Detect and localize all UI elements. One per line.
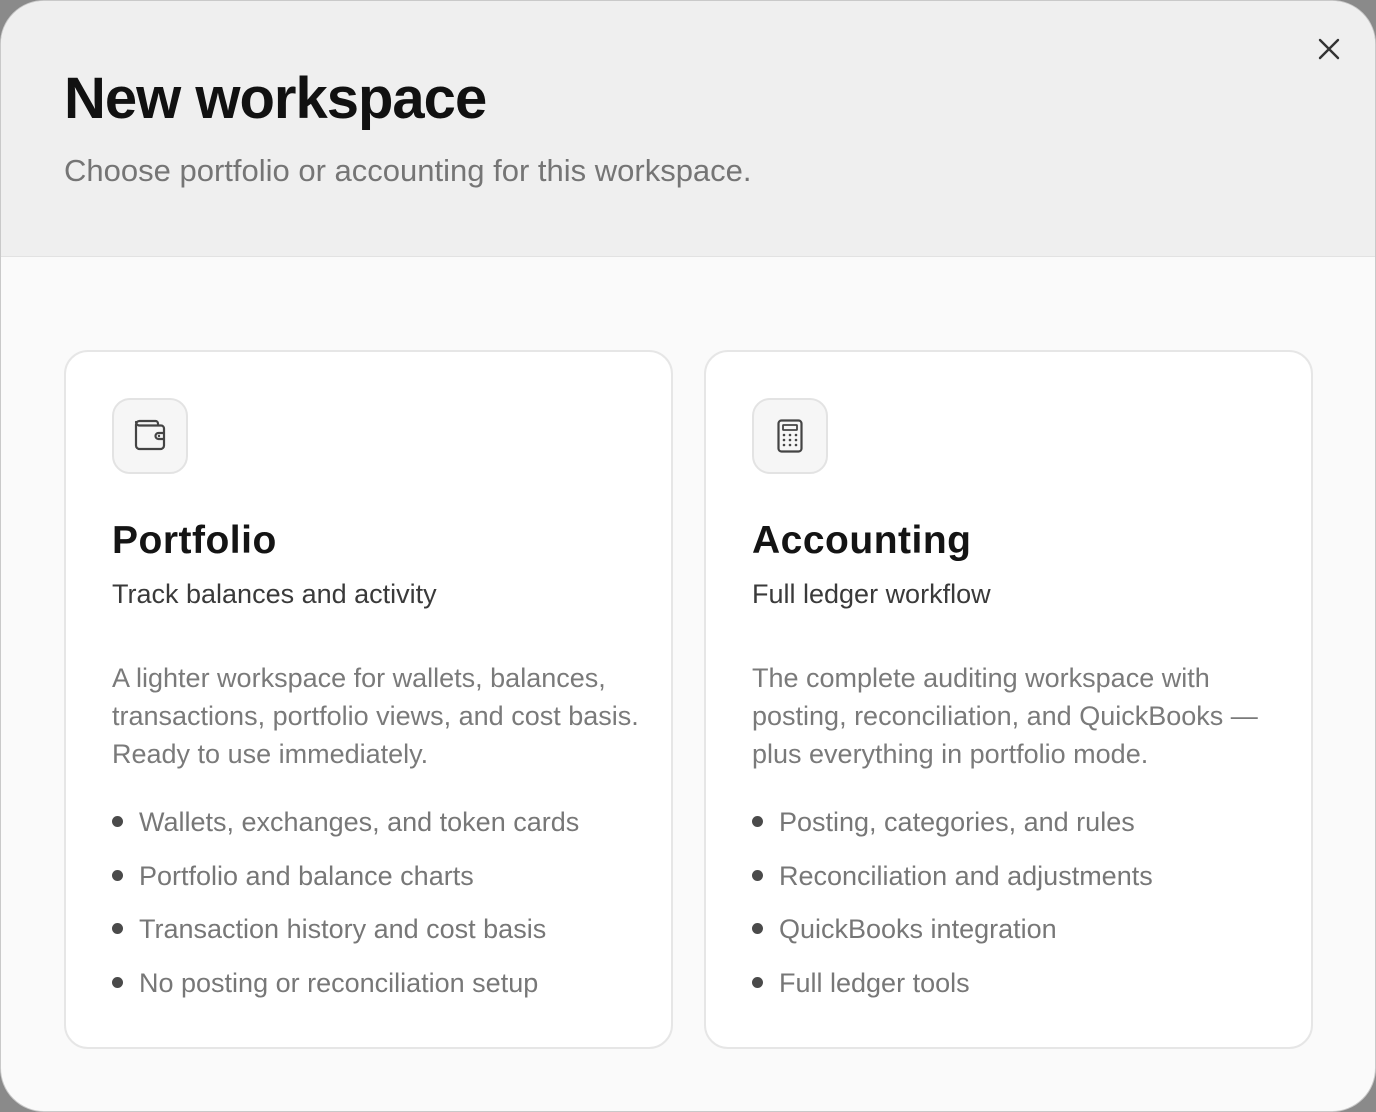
feature-label: Full ledger tools bbox=[779, 967, 970, 998]
portfolio-description: A lighter workspace for wallets, balance… bbox=[112, 663, 639, 769]
accounting-title: Accounting bbox=[752, 519, 972, 562]
calculator-icon bbox=[777, 419, 803, 453]
feature-label: Portfolio and balance charts bbox=[139, 860, 474, 891]
close-button[interactable] bbox=[1309, 29, 1349, 69]
bullet-icon bbox=[112, 869, 123, 881]
feature-label: Transaction history and cost basis bbox=[139, 914, 547, 944]
feature-label: QuickBooks integration bbox=[779, 914, 1057, 944]
bullet-icon bbox=[112, 923, 123, 934]
feature-item: No posting or reconciliation setup bbox=[112, 965, 579, 1019]
portfolio-tagline: Track balances and activity bbox=[112, 579, 437, 609]
close-icon bbox=[1318, 38, 1340, 60]
accounting-feature-list: Posting, categories, and rules Reconcili… bbox=[752, 804, 1153, 1018]
bullet-icon bbox=[752, 923, 763, 934]
portfolio-icon-container bbox=[112, 398, 188, 474]
bullet-icon bbox=[752, 816, 763, 827]
dialog-subtitle: Choose portfolio or accounting for this … bbox=[64, 153, 752, 188]
accounting-description: The complete auditing workspace with pos… bbox=[752, 663, 1258, 769]
wallet-icon bbox=[134, 419, 166, 451]
accounting-icon-container bbox=[752, 398, 828, 474]
bullet-icon bbox=[752, 976, 763, 988]
bullet-icon bbox=[752, 869, 763, 881]
feature-label: Reconciliation and adjustments bbox=[779, 860, 1153, 891]
portfolio-option-card[interactable]: Portfolio Track balances and activity A … bbox=[64, 350, 673, 1049]
portfolio-title: Portfolio bbox=[112, 519, 277, 562]
feature-label: No posting or reconciliation setup bbox=[139, 967, 539, 998]
feature-item: QuickBooks integration bbox=[752, 911, 1153, 965]
new-workspace-dialog: New workspace Choose portfolio or accoun… bbox=[0, 0, 1376, 1112]
feature-item: Transaction history and cost basis bbox=[112, 911, 579, 965]
dialog-title: New workspace bbox=[64, 66, 487, 131]
bullet-icon bbox=[112, 816, 123, 827]
feature-item: Reconciliation and adjustments bbox=[752, 858, 1153, 912]
feature-item: Wallets, exchanges, and token cards bbox=[112, 804, 579, 858]
bullet-icon bbox=[112, 976, 123, 988]
accounting-tagline: Full ledger workflow bbox=[752, 579, 991, 609]
accounting-option-card[interactable]: Accounting Full ledger workflow The comp… bbox=[704, 350, 1313, 1049]
feature-item: Posting, categories, and rules bbox=[752, 804, 1153, 858]
feature-label: Posting, categories, and rules bbox=[779, 807, 1135, 837]
feature-item: Portfolio and balance charts bbox=[112, 858, 579, 912]
feature-item: Full ledger tools bbox=[752, 965, 1153, 1019]
portfolio-feature-list: Wallets, exchanges, and token cards Port… bbox=[112, 804, 579, 1018]
feature-label: Wallets, exchanges, and token cards bbox=[139, 807, 580, 837]
dialog-header: New workspace Choose portfolio or accoun… bbox=[1, 1, 1375, 257]
